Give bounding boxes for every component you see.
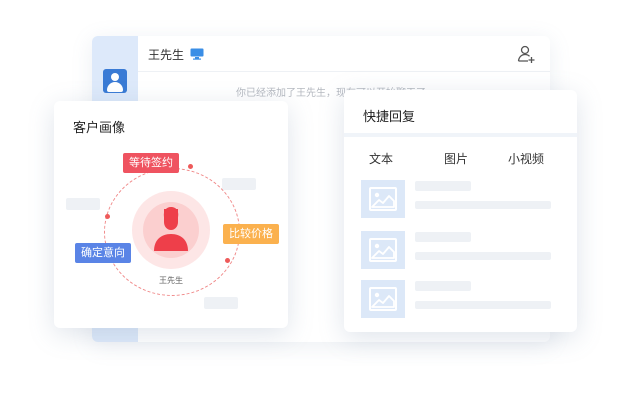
tab-text[interactable]: 文本 — [369, 150, 393, 167]
contact-name: 王先生 — [148, 48, 185, 62]
orbit-dot — [188, 164, 193, 169]
quick-reply-title: 快捷回复 — [363, 110, 416, 125]
tab-image[interactable]: 图片 — [444, 150, 468, 167]
placeholder-bar — [204, 297, 238, 309]
image-icon — [369, 287, 397, 311]
placeholder-line — [415, 201, 551, 209]
contact-avatar[interactable] — [103, 69, 127, 93]
orbit-dot — [105, 214, 110, 219]
media-list-item[interactable] — [361, 180, 561, 218]
orbit-dot — [225, 258, 230, 263]
media-list-item[interactable] — [361, 280, 561, 318]
add-user-icon[interactable] — [516, 44, 536, 64]
image-thumbnail — [361, 280, 405, 318]
chat-header: 王先生 — [138, 36, 550, 72]
placeholder-line — [415, 232, 471, 242]
image-thumbnail — [361, 231, 405, 269]
monitor-icon — [190, 48, 204, 60]
tab-video[interactable]: 小视频 — [508, 150, 544, 167]
image-thumbnail — [361, 180, 405, 218]
placeholder-line — [415, 301, 551, 309]
tag-compare-price[interactable]: 比较价格 — [223, 224, 279, 244]
tag-pending-sign[interactable]: 等待签约 — [123, 153, 179, 173]
person-icon — [154, 207, 188, 251]
image-icon — [369, 238, 397, 262]
placeholder-bar — [222, 178, 256, 190]
placeholder-line — [415, 281, 471, 291]
portrait-title: 客户画像 — [73, 121, 126, 136]
placeholder-bar — [66, 198, 100, 210]
divider — [344, 133, 577, 137]
tag-confirmed-intent[interactable]: 确定意向 — [75, 243, 131, 263]
placeholder-line — [415, 252, 551, 260]
avatar-head — [111, 73, 119, 81]
image-icon — [369, 187, 397, 211]
avatar-body — [107, 82, 123, 92]
media-list-item[interactable] — [361, 231, 561, 269]
customer-portrait-card: 客户画像 王先生 等待签约 确定意向 比较价格 — [54, 101, 288, 328]
quick-reply-card: 快捷回复 文本 图片 小视频 — [344, 90, 577, 332]
customer-name: 王先生 — [159, 276, 183, 285]
placeholder-line — [415, 181, 471, 191]
